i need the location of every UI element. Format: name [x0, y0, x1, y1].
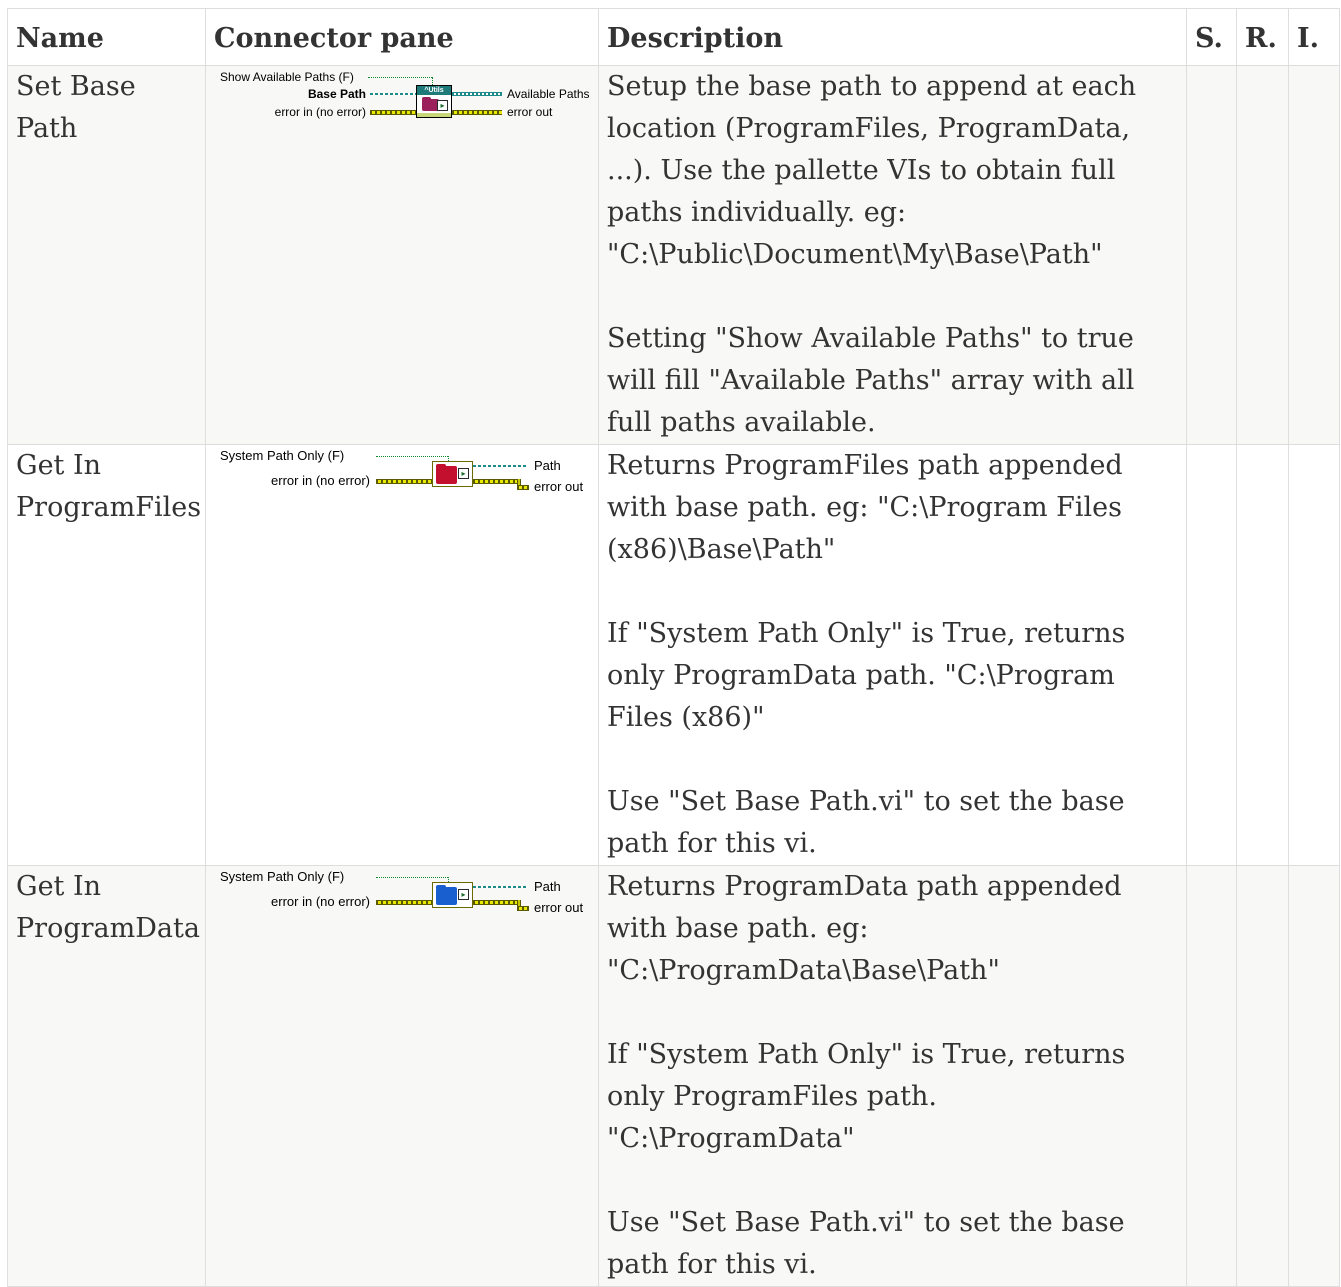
red-folder-icon [436, 466, 457, 484]
vi-description: Returns ProgramFiles path appended with … [598, 444, 1187, 866]
vi-name: Get In ProgramFiles [7, 444, 206, 866]
description-paragraph: Returns ProgramFiles path appended with … [607, 450, 1123, 565]
vi-description: Returns ProgramData path appended with b… [598, 865, 1187, 1287]
table-header-row: Name Connector pane Description S. R. I. [7, 8, 1340, 66]
path-wire-in [370, 93, 416, 95]
description-paragraph: Setup the base path to append at each lo… [607, 71, 1137, 270]
output-label-error-out: error out [534, 479, 584, 494]
cell-i [1288, 444, 1340, 866]
header-i: I. [1288, 8, 1340, 66]
cell-r [1236, 65, 1289, 445]
table-row: Get In ProgramData System Path Only (F) … [7, 865, 1340, 1287]
connector-pane-get-in-programdata: System Path Only (F) error in (no error)… [205, 865, 599, 1287]
table-row: Set Base Path Show Available Paths (F) B… [7, 65, 1340, 445]
cell-s [1186, 65, 1237, 445]
vi-description: Setup the base path to append at each lo… [598, 65, 1187, 445]
blue-folder-icon [436, 887, 457, 905]
output-label-error-out: error out [507, 105, 553, 119]
header-connector-pane: Connector pane [205, 8, 599, 66]
header-s: S. [1186, 8, 1237, 66]
connector-diagram: System Path Only (F) error in (no error)… [214, 866, 606, 936]
input-label-show-available-paths: Show Available Paths (F) [220, 70, 354, 84]
input-label-error-in: error in (no error) [271, 473, 370, 488]
path-wire-out [473, 465, 528, 467]
output-label-path: Path [534, 879, 561, 894]
description-paragraph: Use "Set Base Path.vi" to set the base p… [607, 786, 1125, 859]
output-label-error-out: error out [534, 900, 584, 915]
connector-diagram: System Path Only (F) error in (no error)… [214, 445, 606, 515]
description-paragraph: If "System Path Only" is True, returns o… [607, 1039, 1126, 1154]
array-wire-out [452, 92, 502, 96]
header-r: R. [1236, 8, 1289, 66]
error-wire-out [452, 110, 502, 115]
description-paragraph: Returns ProgramData path appended with b… [607, 871, 1122, 986]
output-label-available-paths: Available Paths [507, 87, 590, 101]
cell-i [1288, 865, 1340, 1287]
connector-pane-set-base-path: Show Available Paths (F) Base Path error… [205, 65, 599, 445]
utils-banner: ^Utils [417, 86, 451, 95]
table-row: Get In ProgramFiles System Path Only (F)… [7, 444, 1340, 866]
cell-s [1186, 444, 1237, 866]
vi-name: Get In ProgramData [7, 865, 206, 1287]
path-wire-out [473, 886, 528, 888]
arrow-icon: ▸ [437, 100, 448, 111]
connector-pane-get-in-programfiles: System Path Only (F) error in (no error)… [205, 444, 599, 866]
description-paragraph: Use "Set Base Path.vi" to set the base p… [607, 1207, 1125, 1280]
cell-s [1186, 865, 1237, 1287]
input-label-error-in: error in (no error) [271, 894, 370, 909]
cell-i [1288, 65, 1340, 445]
cell-r [1236, 444, 1289, 866]
error-wire-in [370, 110, 416, 115]
input-label-error-in: error in (no error) [274, 105, 366, 119]
header-description: Description [598, 8, 1187, 66]
input-label-system-path-only: System Path Only (F) [220, 448, 345, 463]
get-in-programdata-vi-icon: ▸ [432, 882, 473, 908]
input-label-base-path: Base Path [307, 87, 366, 101]
output-label-path: Path [534, 458, 561, 473]
bool-wire [368, 77, 432, 78]
connector-diagram: Show Available Paths (F) Base Path error… [214, 66, 606, 136]
arrow-icon: ▸ [458, 889, 469, 900]
header-name: Name [7, 8, 206, 66]
arrow-icon: ▸ [458, 468, 469, 479]
description-paragraph: Setting "Show Available Paths" to true w… [607, 323, 1135, 438]
get-in-programfiles-vi-icon: ▸ [432, 461, 473, 487]
set-base-path-vi-icon: ^Utils ▸ [416, 85, 452, 118]
vi-reference-table: Name Connector pane Description S. R. I.… [7, 8, 1340, 1287]
input-label-system-path-only: System Path Only (F) [220, 869, 345, 884]
description-paragraph: If "System Path Only" is True, returns o… [607, 618, 1126, 733]
cell-r [1236, 865, 1289, 1287]
vi-name: Set Base Path [7, 65, 206, 445]
